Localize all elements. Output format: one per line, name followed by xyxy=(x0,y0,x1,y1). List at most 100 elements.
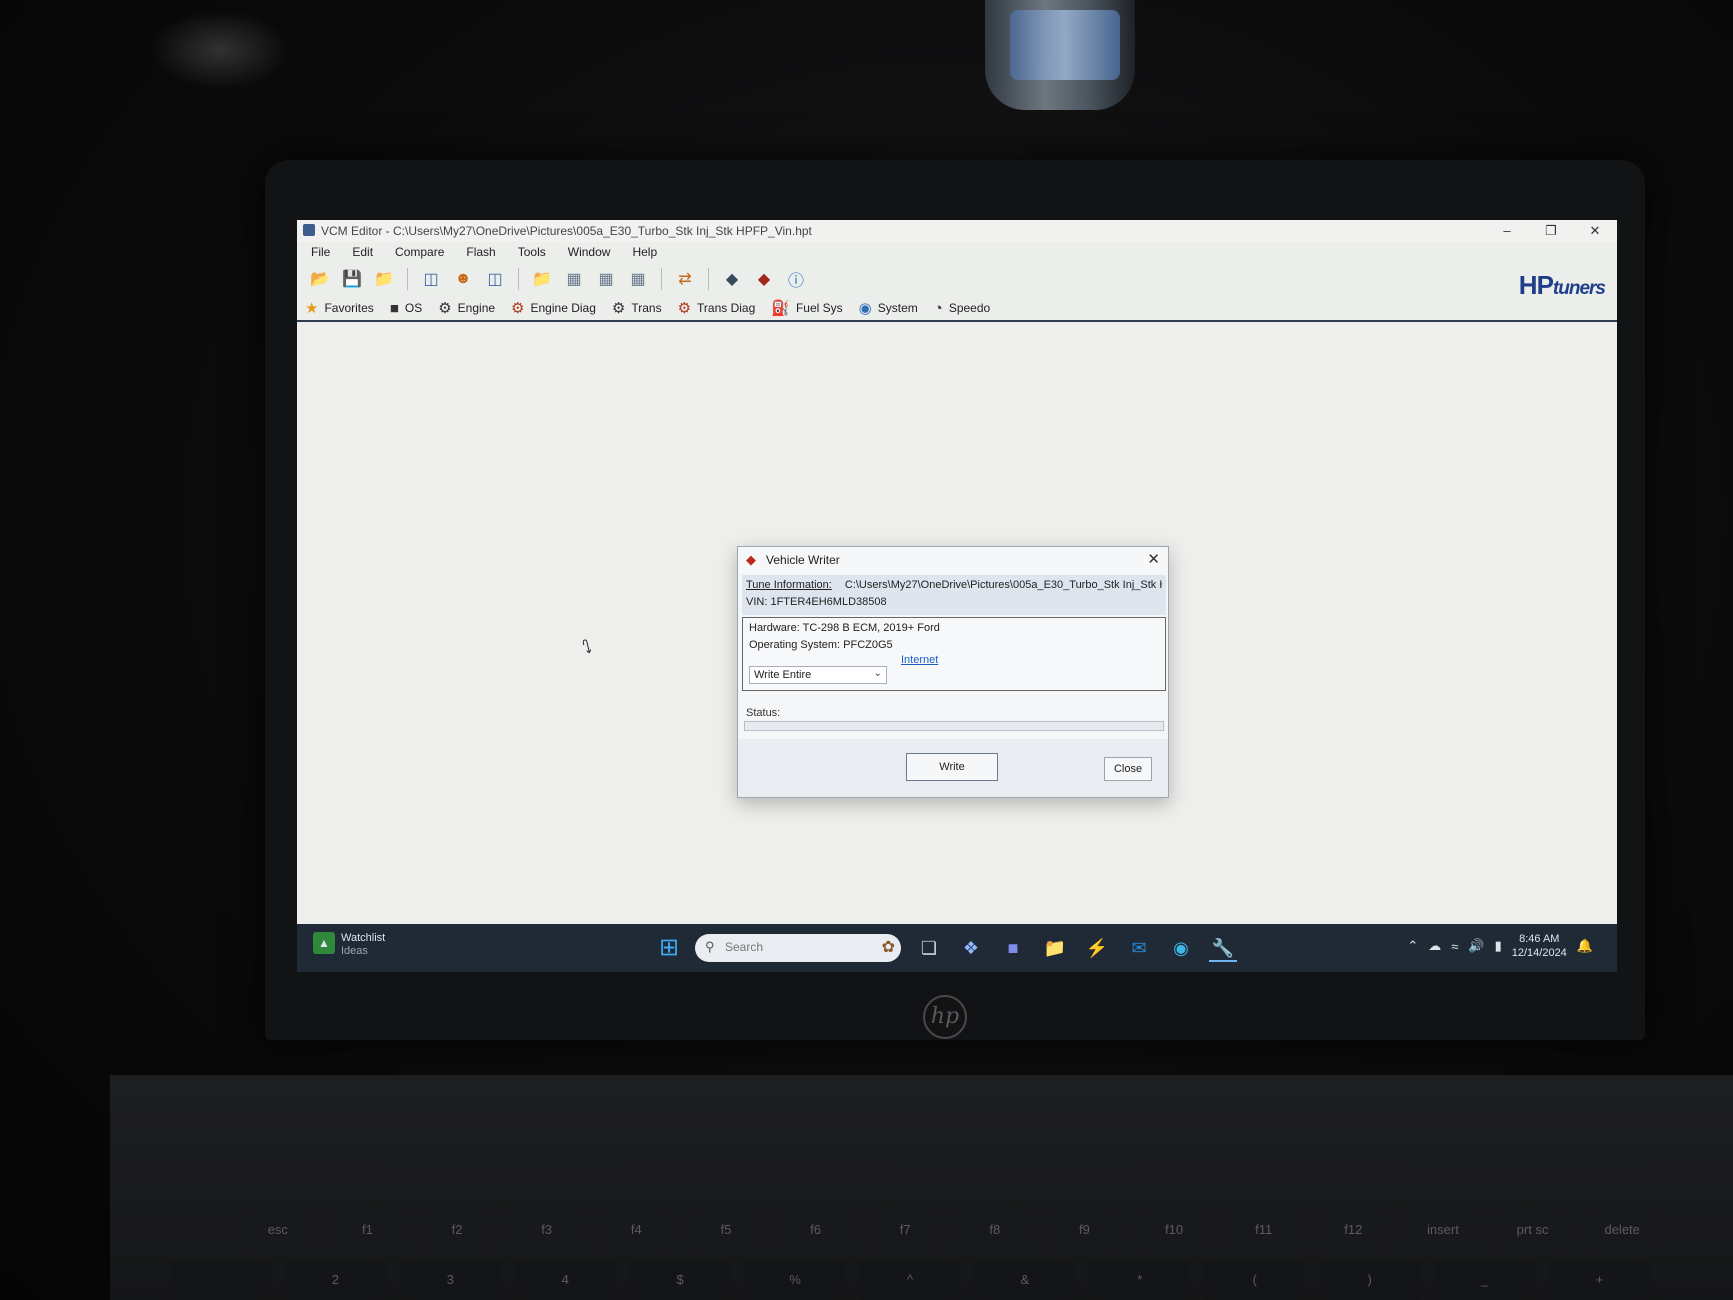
widget-watchlist[interactable]: ▲ Watchlist Ideas xyxy=(313,932,385,958)
menu-window[interactable]: Window xyxy=(568,242,611,262)
key: f1 xyxy=(329,1210,406,1250)
system-tray: ⌃ ☁ ≈ 🔊 ▮ 8:46 AM 12/14/2024 🔔 xyxy=(1407,932,1593,960)
minimize-button[interactable]: – xyxy=(1485,220,1529,242)
clock-time: 8:46 AM xyxy=(1519,933,1560,945)
widget-text: Watchlist Ideas xyxy=(341,932,385,958)
wifi-icon[interactable]: ≈ xyxy=(1451,939,1458,954)
title-bar: VCM Editor - C:\Users\My27\OneDrive\Pict… xyxy=(297,220,1617,242)
tune-information: Tune Information: C:\Users\My27\OneDrive… xyxy=(742,575,1166,615)
tab-trans-diag[interactable]: ⚙ Trans Diag xyxy=(678,299,756,317)
tab-label: OS xyxy=(404,301,423,315)
engine-diag-icon: ⚙ xyxy=(511,300,525,317)
tab-label: Engine Diag xyxy=(530,301,596,315)
hardware-box: Hardware: TC-298 B ECM, 2019+ Ford Opera… xyxy=(742,617,1166,691)
tab-label: Fuel Sys xyxy=(795,301,843,315)
tab-engine-diag[interactable]: ⚙ Engine Diag xyxy=(511,299,596,317)
search-highlight-icon: ✿ xyxy=(881,939,895,956)
close-button[interactable]: Close xyxy=(1104,757,1152,781)
restore-button[interactable]: ❐ xyxy=(1529,220,1573,242)
tab-label: Trans Diag xyxy=(697,301,756,315)
toolbar-separator xyxy=(407,268,408,290)
tune-row: Tune Information: C:\Users\My27\OneDrive… xyxy=(746,579,1162,591)
key: f9 xyxy=(1046,1210,1123,1250)
table-icon[interactable]: ▦ xyxy=(625,267,651,291)
tab-favorites[interactable]: ★ Favorites xyxy=(305,299,374,317)
tab-label: Engine xyxy=(457,301,496,315)
category-bar: ★ Favorites ■ OS ⚙ Engine ⚙ Engine Diag ⚙ Tra… xyxy=(297,296,1617,322)
engine-icon: ⚙ xyxy=(438,300,452,317)
widget-title: Watchlist xyxy=(341,932,386,944)
workspace: ⭛ ◆ Vehicle Writer ✕ Tune Information: C… xyxy=(297,324,1617,924)
table-icon[interactable]: ▦ xyxy=(593,267,619,291)
progress-bar xyxy=(744,721,1164,731)
key: delete xyxy=(1584,1210,1660,1250)
chip-icon[interactable]: ◆ xyxy=(751,267,777,291)
key: * xyxy=(1089,1260,1191,1300)
key: % xyxy=(744,1260,846,1300)
tune-info-label[interactable]: Tune Information: xyxy=(746,579,832,591)
vcm-editor-wrench-icon[interactable]: 🔧 xyxy=(1209,934,1237,962)
open-icon[interactable]: 📂 xyxy=(307,267,333,291)
compare-icon[interactable]: ◫ xyxy=(482,267,508,291)
menu-tools[interactable]: Tools xyxy=(518,242,546,262)
menu-flash[interactable]: Flash xyxy=(466,242,495,262)
copilot-icon[interactable]: ❖ xyxy=(957,934,985,962)
tab-speedo[interactable]: ◔ Speedo xyxy=(934,300,990,317)
user-icon[interactable]: ☻ xyxy=(450,267,476,291)
write-button[interactable]: Write xyxy=(906,753,998,781)
star-icon: ★ xyxy=(305,300,319,317)
tab-engine[interactable]: ⚙ Engine xyxy=(438,299,495,317)
key: f10 xyxy=(1136,1210,1212,1250)
menu-edit[interactable]: Edit xyxy=(352,242,373,262)
clock[interactable]: 8:46 AM 12/14/2024 xyxy=(1512,932,1567,960)
folder-icon[interactable]: 📁 xyxy=(529,267,555,291)
operating-system-info: Operating System: PFCZ0G5 xyxy=(749,639,893,651)
tab-fuel-sys[interactable]: ⛽ Fuel Sys xyxy=(771,299,842,317)
gear-icon: ⚙ xyxy=(677,300,692,317)
menu-compare[interactable]: Compare xyxy=(395,242,444,262)
key: & xyxy=(974,1260,1076,1300)
chevron-up-icon[interactable]: ⌃ xyxy=(1407,938,1418,954)
tab-system[interactable]: ◉ System xyxy=(859,299,918,317)
write-mode-select[interactable]: Write Entire ⌄ xyxy=(749,666,887,684)
chevron-down-icon: ⌄ xyxy=(873,668,882,679)
key: 2 xyxy=(284,1260,386,1300)
internet-link[interactable]: Internet xyxy=(901,654,938,666)
battery-icon[interactable]: ▮ xyxy=(1495,938,1502,954)
key: $ xyxy=(629,1260,731,1300)
table-icon[interactable]: ▦ xyxy=(561,267,587,291)
globe-icon: ◉ xyxy=(858,300,872,317)
sync-icon[interactable]: ⇄ xyxy=(672,267,698,291)
task-view-icon[interactable]: ❏ xyxy=(915,934,943,962)
close-icon[interactable]: ✕ xyxy=(1147,550,1160,568)
teams-icon[interactable]: ■ xyxy=(999,934,1027,962)
key: f2 xyxy=(419,1210,495,1250)
tab-os[interactable]: ■ OS xyxy=(390,300,422,317)
vehicle-writer-dialog: ◆ Vehicle Writer ✕ Tune Information: C:\… xyxy=(737,546,1169,798)
onedrive-icon[interactable]: ☁ xyxy=(1428,938,1441,954)
windows-start-icon[interactable]: ⊞ xyxy=(659,936,679,960)
close-window-button[interactable]: ✕ xyxy=(1573,220,1617,242)
save-icon[interactable]: 💾 xyxy=(339,267,365,291)
flash-icon[interactable]: ◆ xyxy=(719,267,745,291)
toolbar: 📂 💾 📁 ◫ ☻ ◫ 📁 ▦ ▦ ▦ ⇄ ◆ ◆ ⓘ xyxy=(297,264,1617,294)
key: 4 xyxy=(514,1260,616,1300)
info-icon[interactable]: ⓘ xyxy=(783,267,809,291)
edge-icon[interactable]: ◉ xyxy=(1167,934,1195,962)
menu-help[interactable]: Help xyxy=(632,242,657,262)
background-blur xyxy=(150,10,290,90)
volume-icon[interactable]: 🔊 xyxy=(1468,938,1484,954)
key: f5 xyxy=(688,1210,764,1250)
file-explorer-icon[interactable]: 📁 xyxy=(1041,934,1069,962)
lightning-app-icon[interactable]: ⚡ xyxy=(1083,934,1111,962)
outlook-icon[interactable]: ✉ xyxy=(1125,934,1153,962)
menu-file[interactable]: File xyxy=(311,242,330,262)
taskbar-search[interactable]: ⚲ Search ✿ xyxy=(695,934,901,962)
notification-bell-icon[interactable]: 🔔 xyxy=(1577,938,1593,954)
key: insert xyxy=(1405,1210,1481,1250)
tab-trans[interactable]: ⚙ Trans xyxy=(612,299,662,317)
read-icon[interactable]: ◫ xyxy=(418,267,444,291)
window-title: VCM Editor - C:\Users\My27\OneDrive\Pict… xyxy=(321,224,812,238)
widget-subtitle: Ideas xyxy=(341,945,368,957)
save-as-icon[interactable]: 📁 xyxy=(371,267,397,291)
